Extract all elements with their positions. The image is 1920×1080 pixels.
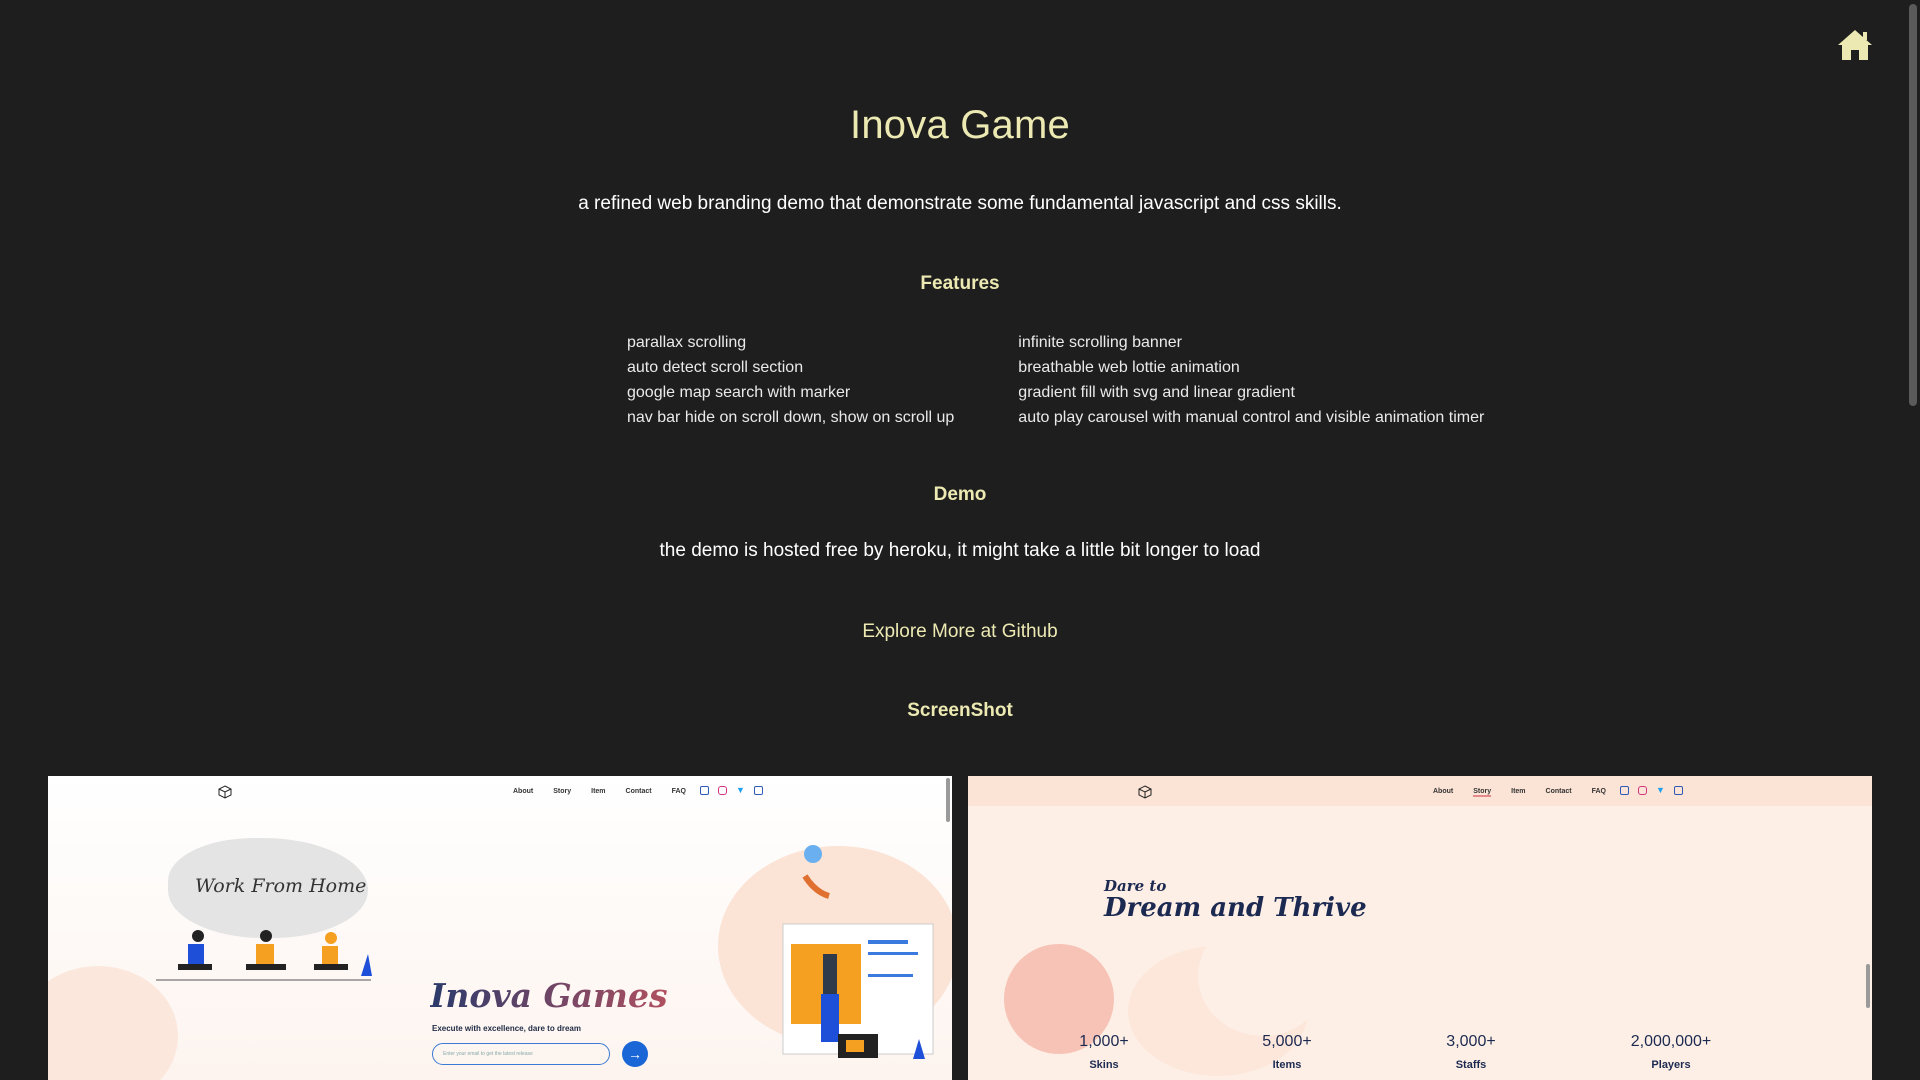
mini-nav-links: About Story Item Contact FAQ xyxy=(1433,788,1606,797)
facebook-icon xyxy=(700,786,709,795)
page-scrollbar-thumb[interactable] xyxy=(1909,4,1917,406)
mini-nav-about: About xyxy=(1433,788,1454,795)
arrow-right-icon: → xyxy=(628,1046,642,1062)
feature-item: gradient fill with svg and linear gradie… xyxy=(1018,384,1295,401)
stat-value: 1,000+ xyxy=(1079,1033,1129,1050)
home-button[interactable] xyxy=(1836,28,1874,62)
stat-label: Items xyxy=(1272,1059,1302,1071)
page-subtitle: a refined web branding demo that demonst… xyxy=(578,193,1342,214)
feature-item: infinite scrolling banner xyxy=(1018,334,1182,351)
features-column-left: parallax scrolling auto detect scroll se… xyxy=(627,330,954,430)
feature-item: parallax scrolling xyxy=(627,334,747,351)
mini-nav-faq: FAQ xyxy=(1591,788,1606,795)
mini-nav-story: Story xyxy=(1473,788,1492,797)
mini-nav-story: Story xyxy=(553,788,572,795)
mini-socials: ▼ xyxy=(700,786,763,795)
scrollbar-thumb xyxy=(946,778,950,822)
stat-value: 3,000+ xyxy=(1446,1033,1496,1050)
stat-value: 2,000,000+ xyxy=(1630,1033,1712,1050)
stat-label: Staffs xyxy=(1455,1059,1487,1071)
people-illustration xyxy=(156,930,372,981)
email-input: Enter your email to get the latest relea… xyxy=(432,1043,610,1065)
demo-note: the demo is hosted free by heroku, it mi… xyxy=(659,540,1261,561)
instagram-icon xyxy=(1638,786,1647,795)
mini-nav-faq: FAQ xyxy=(671,788,686,795)
screenshot-2: About Story Item Contact FAQ ▼ Dare to D… xyxy=(968,776,1872,1080)
mini-navbar: About Story Item Contact FAQ ▼ xyxy=(48,784,952,802)
page-title: Inova Game xyxy=(850,103,1070,147)
feature-item: google map search with marker xyxy=(627,384,851,401)
features-column-right: infinite scrolling banner breathable web… xyxy=(1018,330,1484,430)
features-heading: Features xyxy=(920,273,1000,294)
twitter-icon: ▼ xyxy=(736,785,745,795)
github-link[interactable]: Explore More at Github xyxy=(0,621,1920,643)
mini-nav-links: About Story Item Contact FAQ xyxy=(513,788,686,795)
mini-nav-contact: Contact xyxy=(1545,788,1572,795)
stat-staffs: 3,000+ Staffs xyxy=(1411,1033,1531,1071)
mini-nav-about: About xyxy=(513,788,534,795)
mini-socials: ▼ xyxy=(1620,786,1683,795)
cloud-shape xyxy=(1198,916,1328,1036)
cube-logo-icon xyxy=(218,785,232,799)
board-illustration xyxy=(782,845,934,1059)
home-icon xyxy=(1838,30,1872,60)
wfh-illustration-text: Work From Home xyxy=(195,875,367,897)
mini-navbar: About Story Item Contact FAQ ▼ xyxy=(968,784,1872,802)
stat-label: Skins xyxy=(1089,1059,1119,1071)
feature-item: auto detect scroll section xyxy=(627,359,804,376)
screenshot-heading: ScreenShot xyxy=(907,700,1013,721)
brand-title: Inova Games xyxy=(430,976,668,1015)
facebook-icon xyxy=(1620,786,1629,795)
features-list: parallax scrolling auto detect scroll se… xyxy=(627,330,1527,430)
screenshot-1: About Story Item Contact FAQ ▼ Work From… xyxy=(48,776,952,1080)
twitter-icon: ▼ xyxy=(1656,785,1665,795)
stat-items: 5,000+ Items xyxy=(1227,1033,1347,1071)
linkedin-icon xyxy=(754,786,763,795)
feature-item: auto play carousel with manual control a… xyxy=(1018,409,1485,426)
demo-heading[interactable]: Demo xyxy=(0,484,1920,506)
brand-tagline: Execute with excellence, dare to dream xyxy=(432,1024,581,1033)
instagram-icon xyxy=(718,786,727,795)
stat-skins: 1,000+ Skins xyxy=(1044,1033,1164,1071)
linkedin-icon xyxy=(1674,786,1683,795)
stat-players: 2,000,000+ Players xyxy=(1611,1033,1731,1071)
scrollbar-thumb xyxy=(1866,964,1870,1008)
submit-arrow-button: → xyxy=(622,1041,648,1067)
feature-item: nav bar hide on scroll down, show on scr… xyxy=(627,409,955,426)
mini-nav-item: Item xyxy=(1511,788,1526,795)
stat-value: 5,000+ xyxy=(1262,1033,1312,1050)
mini-nav-contact: Contact xyxy=(625,788,652,795)
feature-item: breathable web lottie animation xyxy=(1018,359,1240,376)
stat-label: Players xyxy=(1651,1059,1691,1071)
page-scrollbar[interactable] xyxy=(1906,0,1920,1080)
cube-logo-icon xyxy=(1138,785,1152,799)
hero-headline: Dream and Thrive xyxy=(1104,893,1367,923)
screenshot-gallery: About Story Item Contact FAQ ▼ Work From… xyxy=(48,776,1872,1080)
mini-nav-item: Item xyxy=(591,788,606,795)
